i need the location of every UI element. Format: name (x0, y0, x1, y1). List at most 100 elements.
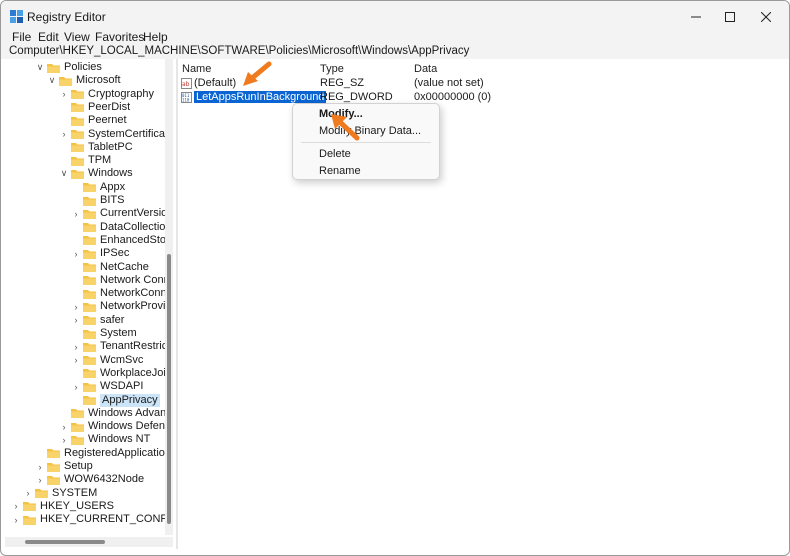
folder-icon (83, 396, 96, 405)
chevron-right-icon[interactable]: › (71, 382, 81, 392)
tree-item[interactable]: › IPSec (71, 247, 130, 260)
folder-icon (83, 369, 96, 379)
tree-item-label: WorkplaceJoin (100, 366, 172, 379)
tree-item[interactable]: ∨ Windows (59, 167, 133, 180)
chevron-right-icon[interactable]: › (71, 315, 81, 325)
tree-item[interactable]: › TenantRestrictic (71, 340, 174, 353)
tree-item[interactable]: ›Peernet (59, 114, 127, 127)
string-value-icon: ab (181, 77, 192, 89)
chevron-right-icon[interactable]: › (35, 475, 45, 485)
chevron-right-icon[interactable]: › (71, 302, 81, 312)
tree-item[interactable]: ›BITS (71, 194, 124, 207)
tree-item[interactable]: › Cryptography (59, 88, 155, 101)
tree-item[interactable]: › HKEY_USERS (11, 500, 114, 513)
menu-help[interactable]: Help (143, 30, 168, 44)
key-tree[interactable]: ∨Policies∨Microsoft›Cryptography›PeerDis… (5, 59, 173, 549)
chevron-right-icon[interactable]: › (59, 129, 69, 139)
menu-item-delete[interactable]: Delete (319, 148, 351, 160)
tree-item[interactable]: › Windows NT (59, 433, 151, 446)
tree-item[interactable]: › WcmSvc (71, 353, 144, 367)
tree-item[interactable]: › HKEY_CURRENT_CONFIG (11, 513, 174, 526)
tree-item[interactable]: › SystemCertificates (59, 128, 174, 141)
maximize-icon (725, 12, 735, 22)
value-type: REG_SZ (320, 77, 365, 89)
folder-icon (71, 422, 84, 432)
tree-item[interactable]: ›DataCollection (71, 221, 172, 234)
menu-view[interactable]: View (64, 30, 90, 44)
chevron-right-icon[interactable]: › (59, 435, 69, 445)
tree-item-label: EnhancedStorag (100, 233, 173, 246)
tree-item[interactable]: › WSDAPI (71, 380, 144, 393)
folder-icon (23, 515, 36, 525)
tree-item[interactable]: ›EnhancedStorag (71, 234, 173, 247)
address-bar[interactable]: Computer\HKEY_LOCAL_MACHINE\SOFTWARE\Pol… (1, 45, 789, 59)
tree-item[interactable]: ›AppPrivacy (71, 393, 160, 407)
tree-item-label: HKEY_CURRENT_CONFIG (40, 513, 173, 526)
tree-item[interactable]: ›WorkplaceJoin (71, 367, 172, 380)
menu-item-rename[interactable]: Rename (319, 165, 361, 177)
folder-icon (71, 143, 84, 153)
chevron-down-icon[interactable]: ∨ (59, 168, 69, 179)
tree-item[interactable]: › Setup (35, 460, 93, 473)
tree-item-label: SYSTEM (52, 486, 98, 499)
folder-icon (83, 276, 96, 286)
column-header-name[interactable]: Name (182, 63, 211, 75)
tree-item-label: NetCache (100, 260, 149, 273)
tree-item[interactable]: ›RegisteredApplications (35, 447, 173, 460)
tree-item[interactable]: ›TabletPC (59, 141, 133, 154)
tree-item[interactable]: ∨ Microsoft (47, 74, 121, 87)
value-list[interactable]: Name Type Data ab (Default) REG_SZ (valu… (178, 59, 789, 549)
column-header-type[interactable]: Type (320, 63, 344, 75)
tree-item-label: Setup (64, 460, 93, 472)
chevron-right-icon[interactable]: › (71, 249, 81, 259)
tree-item-label: System (100, 327, 137, 339)
tree-item[interactable]: ›NetCache (71, 261, 149, 274)
tree-item[interactable]: › safer (71, 314, 125, 327)
chevron-down-icon[interactable]: ∨ (47, 75, 57, 86)
tree-item[interactable]: ›Windows Advance (59, 407, 173, 420)
chevron-right-icon[interactable]: › (11, 515, 21, 525)
tree-item[interactable]: ›Network Conne (71, 274, 173, 287)
tree-item[interactable]: ∨ Policies (35, 61, 102, 74)
tree-horizontal-scrollbar[interactable] (5, 537, 173, 547)
tree-item[interactable]: › Windows Defende (59, 420, 174, 433)
tree-item[interactable]: ›PeerDist (59, 101, 130, 114)
chevron-right-icon[interactable]: › (59, 89, 69, 99)
chevron-right-icon[interactable]: › (71, 209, 81, 219)
chevron-right-icon[interactable]: › (71, 355, 81, 365)
folder-icon (83, 356, 96, 366)
tree-scroll-thumb[interactable] (167, 254, 171, 524)
folder-icon (71, 130, 84, 139)
tree-hscroll-thumb[interactable] (25, 540, 105, 544)
folder-icon (83, 342, 96, 352)
tree-vertical-scrollbar[interactable] (165, 59, 173, 535)
tree-item[interactable]: ›TPM (59, 154, 111, 167)
value-row-default[interactable]: ab (Default) (181, 76, 236, 90)
tree-item-label: WcmSvc (100, 353, 144, 366)
close-icon (761, 12, 771, 22)
tree-item[interactable]: ›System (71, 327, 137, 340)
folder-icon (83, 263, 96, 272)
window-title: Registry Editor (27, 10, 106, 24)
tree-item[interactable]: › SYSTEM (23, 486, 98, 500)
tree-item[interactable]: › WOW6432Node (35, 473, 145, 486)
chevron-right-icon[interactable]: › (23, 488, 33, 498)
chevron-right-icon[interactable]: › (35, 462, 45, 472)
value-row-letappsruninbackground[interactable]: 011 110 LetAppsRunInBackground (181, 90, 327, 104)
folder-icon (71, 435, 84, 445)
folder-icon (83, 302, 96, 312)
tree-item[interactable]: › CurrentVersion (71, 207, 174, 220)
tree-item[interactable]: ›NetworkConnec (71, 287, 173, 300)
chevron-right-icon[interactable]: › (71, 342, 81, 352)
tree-item-label: Windows (88, 167, 133, 180)
menu-favorites[interactable]: Favorites (95, 30, 144, 44)
tree-item[interactable]: › NetworkProvide (71, 300, 174, 313)
chevron-right-icon[interactable]: › (11, 501, 21, 511)
menu-file[interactable]: File (12, 30, 31, 44)
tree-item-label: Windows NT (88, 433, 151, 446)
tree-item[interactable]: ›Appx (71, 181, 125, 194)
column-header-data[interactable]: Data (414, 63, 437, 75)
chevron-right-icon[interactable]: › (59, 422, 69, 432)
chevron-down-icon[interactable]: ∨ (35, 62, 45, 73)
menu-edit[interactable]: Edit (38, 30, 59, 44)
